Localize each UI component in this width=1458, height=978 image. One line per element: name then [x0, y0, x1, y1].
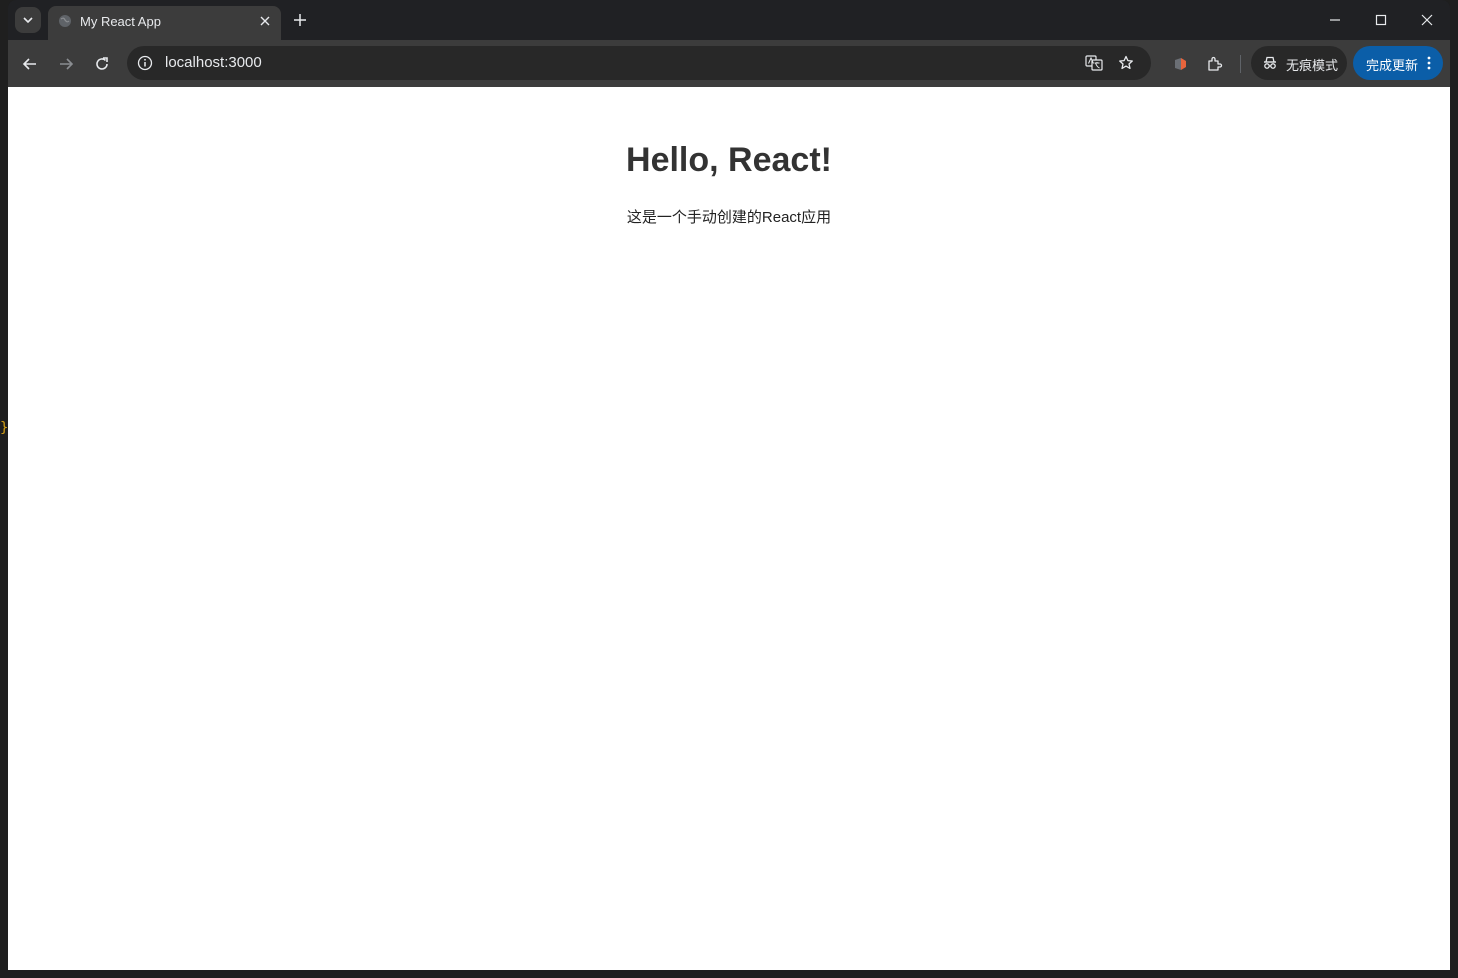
update-label: 完成更新 — [1366, 58, 1419, 73]
back-button[interactable] — [18, 52, 42, 76]
new-tab-button[interactable] — [290, 10, 310, 30]
incognito-icon — [1264, 56, 1276, 69]
address-url: localhost:3000 — [165, 54, 262, 71]
maximize-button[interactable] — [1369, 8, 1393, 32]
page-heading: Hello, React! — [626, 141, 832, 179]
puzzle-icon — [1208, 56, 1223, 71]
edge-glyph: } — [0, 420, 9, 436]
extensions-menu-button[interactable] — [1203, 52, 1227, 76]
page-content: Hello, React! 这是一个手动创建的React应用 — [8, 87, 1450, 970]
minimize-button[interactable] — [1323, 8, 1347, 32]
translate-button[interactable] — [1085, 54, 1103, 72]
tab-strip: My React App — [8, 0, 1450, 40]
address-bar[interactable]: localhost:3000 — [127, 46, 1151, 80]
chevron-down-icon — [23, 17, 33, 24]
arrow-left-icon — [22, 58, 36, 70]
close-icon — [260, 16, 270, 26]
minimize-icon — [1330, 19, 1340, 21]
reload-button[interactable] — [90, 52, 114, 76]
incognito-indicator[interactable]: 无痕模式 — [1251, 46, 1347, 80]
arrow-right-icon — [60, 58, 74, 70]
translate-icon — [1085, 55, 1103, 71]
site-info-button[interactable] — [136, 54, 154, 72]
tab-title: My React App — [80, 14, 161, 29]
extension-button[interactable] — [1168, 52, 1192, 76]
close-icon — [1421, 14, 1433, 26]
plus-icon — [294, 14, 306, 26]
update-button[interactable]: 完成更新 — [1353, 46, 1443, 80]
close-window-button[interactable] — [1415, 8, 1439, 32]
star-icon — [1119, 55, 1133, 70]
more-vert-icon — [1427, 56, 1431, 70]
page-text: 这是一个手动创建的React应用 — [626, 209, 832, 226]
browser-toolbar: localhost:3000 无痕模式 完成更新 — [8, 40, 1450, 87]
bookmark-button[interactable] — [1117, 54, 1135, 72]
tab-active[interactable]: My React App — [48, 6, 281, 40]
globe-icon — [59, 15, 71, 27]
forward-button[interactable] — [54, 52, 78, 76]
extension-logo-icon — [1175, 58, 1186, 70]
browser-window: My React App localhost:3000 无痕模式 完成更新 He… — [8, 0, 1450, 970]
tab-search-button[interactable] — [15, 7, 41, 33]
browser-menu-button[interactable] — [1421, 54, 1437, 72]
tab-close-button[interactable] — [257, 13, 273, 29]
info-icon — [137, 55, 153, 71]
reload-icon — [96, 57, 108, 70]
incognito-label: 无痕模式 — [1286, 58, 1339, 73]
toolbar-divider — [1240, 55, 1241, 73]
maximize-icon — [1375, 14, 1387, 26]
